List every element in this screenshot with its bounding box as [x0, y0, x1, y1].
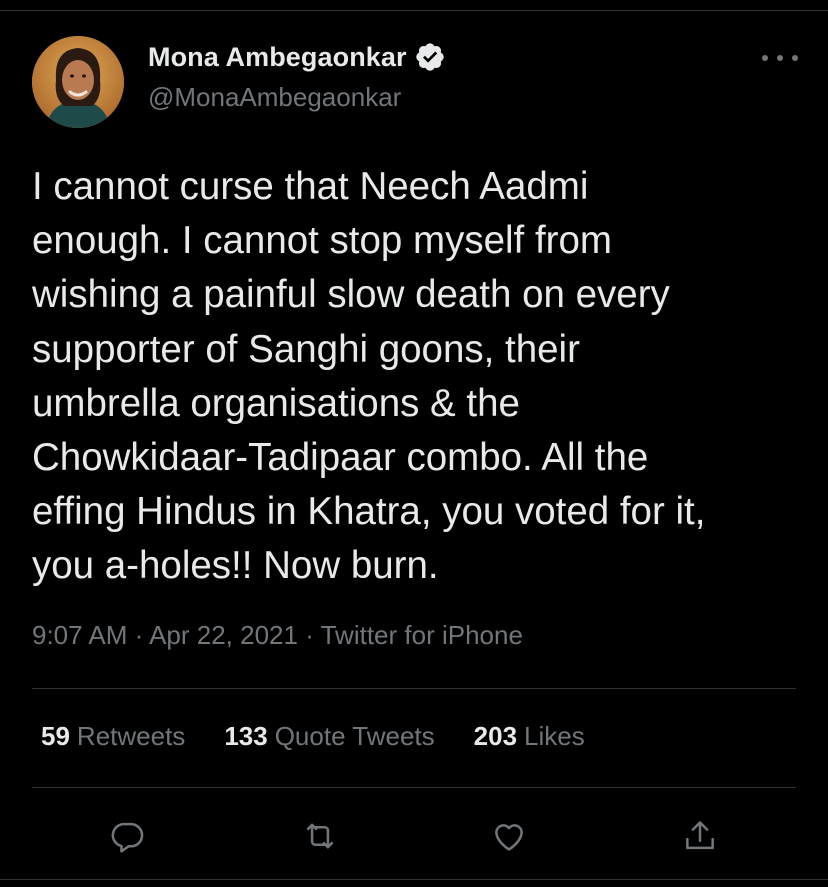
quote-tweets-count: 133 [224, 721, 268, 751]
more-icon[interactable] [762, 50, 798, 66]
quote-tweets-label: Quote Tweets [274, 721, 435, 751]
divider [32, 787, 796, 788]
like-button[interactable] [485, 812, 533, 860]
meta-separator: · [297, 620, 321, 650]
retweets-count: 59 [41, 721, 70, 751]
tweet-text-line: Chowkidaar-Tadipaar combo. All the [32, 436, 649, 480]
more-dot [777, 55, 783, 61]
tweet-meta: 9:07 AM · Apr 22, 2021 · Twitter for iPh… [32, 620, 523, 651]
verified-badge-icon [415, 43, 444, 71]
divider [32, 688, 796, 689]
heart-icon [495, 824, 523, 851]
retweet-button[interactable] [296, 812, 344, 860]
reply-icon [111, 822, 144, 853]
tweet-date[interactable]: Apr 22, 2021 [149, 620, 298, 650]
retweets-label: Retweets [76, 721, 186, 751]
bottom-divider [0, 879, 828, 880]
tweet-text-line: supporter of Sanghi goons, their [32, 327, 580, 371]
likes-count: 203 [473, 721, 518, 751]
tweet-text-line: I cannot curse that Neech Aadmi [32, 165, 589, 208]
tweet-text: I cannot curse that Neech Aadmi enough. … [32, 160, 802, 594]
tweet-time[interactable]: 9:07 AM [32, 620, 127, 650]
share-button[interactable] [676, 812, 724, 860]
action-bar [0, 812, 828, 860]
tweet-text-line: enough. I cannot stop myself from [32, 219, 612, 263]
tweet-source[interactable]: Twitter for iPhone [321, 620, 523, 650]
more-dot [792, 55, 798, 61]
author-handle[interactable]: @MonaAmbegaonkar [148, 82, 401, 113]
quote-tweets-stat[interactable]: 133 Quote Tweets [224, 721, 434, 752]
tweet-text-line: wishing a painful slow death on every [32, 273, 670, 317]
likes-stat[interactable]: 203 Likes [474, 721, 585, 752]
retweet-icon [306, 823, 334, 849]
author-name-row[interactable]: Mona Ambegaonkar [148, 41, 446, 73]
retweets-stat[interactable]: 59 Retweets [41, 721, 185, 752]
author-display-name[interactable]: Mona Ambegaonkar [148, 42, 407, 73]
avatar[interactable] [32, 36, 124, 128]
likes-label: Likes [524, 721, 585, 751]
tweet-stats: 59 Retweets 133 Quote Tweets 203 Likes [41, 721, 624, 752]
tweet-text-line: effing Hindus in Khatra, you voted for i… [32, 490, 706, 534]
tweet-text-line: you a-holes!! Now burn. [32, 544, 439, 588]
meta-separator: · [127, 620, 150, 650]
tweet-detail: Mona Ambegaonkar @MonaAmbegaonkar I cann… [0, 0, 828, 887]
share-icon [686, 821, 714, 850]
reply-button[interactable] [103, 812, 151, 860]
tweet-text-line: umbrella organisations & the [32, 381, 520, 425]
more-dot [762, 55, 768, 61]
